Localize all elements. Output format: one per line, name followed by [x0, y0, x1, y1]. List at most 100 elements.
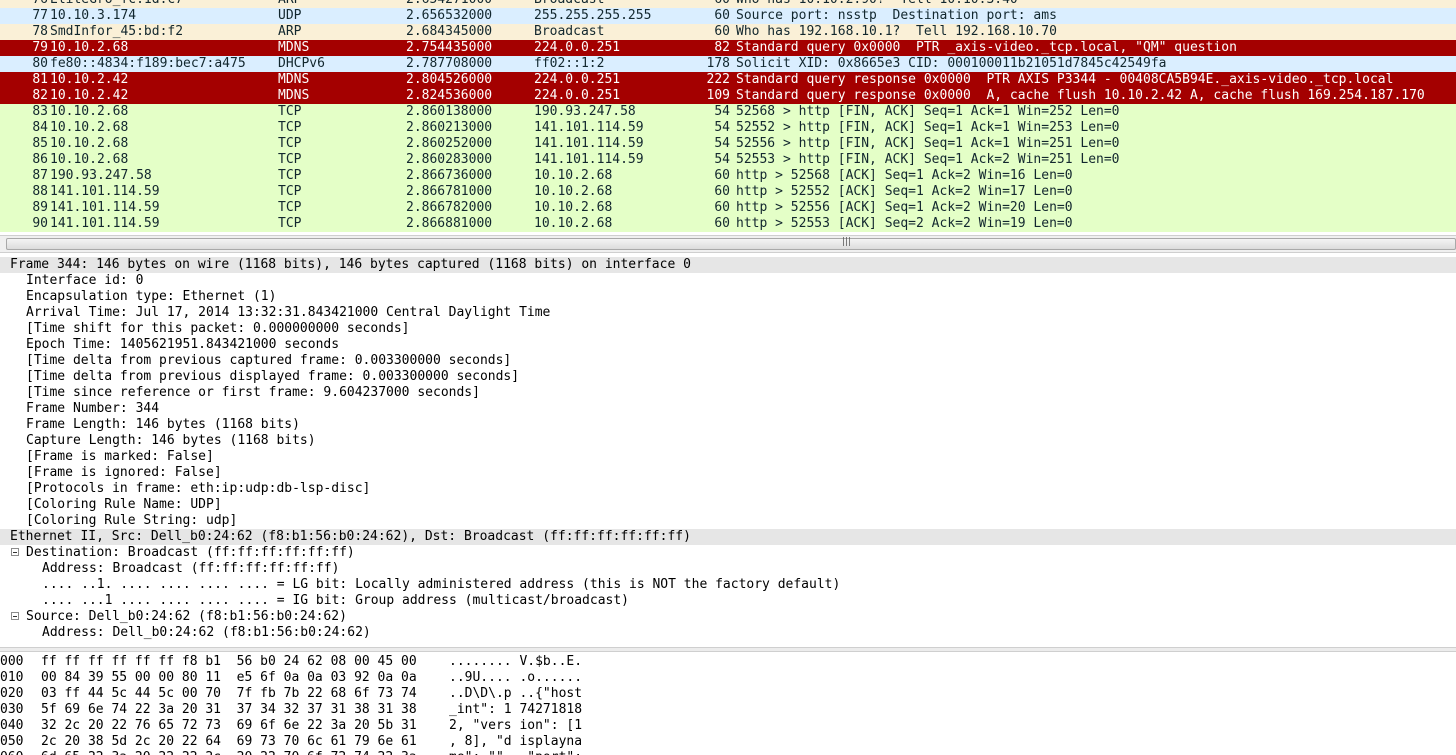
bytes-row[interactable]: 020 03 ff 44 5c 44 5c 00 70 7f fb 7b 22 6…: [0, 686, 1456, 702]
bytes-row[interactable]: 010 00 84 39 55 00 00 80 11 e5 6f 0a 0a 0…: [0, 670, 1456, 686]
tree-field[interactable]: Interface id: 0: [0, 273, 1456, 289]
tree-section-header[interactable]: Ethernet II, Src: Dell_b0:24:62 (f8:b1:5…: [0, 529, 1456, 545]
collapse-toggle-icon[interactable]: [11, 612, 19, 620]
packet-destination: 10.10.2.68: [534, 184, 613, 199]
tree-field[interactable]: .... ..1. .... .... .... .... = LG bit: …: [0, 577, 1456, 593]
packet-destination: 255.255.255.255: [534, 8, 652, 23]
packet-bytes-pane[interactable]: 000 ff ff ff ff ff ff f8 b1 56 b0 24 62 0…: [0, 653, 1456, 755]
tree-field[interactable]: [Time shift for this packet: 0.000000000…: [0, 321, 1456, 337]
collapse-toggle-icon[interactable]: [11, 548, 19, 556]
bytes-hex[interactable]: 2c 20 38 5d 2c 20 22 64 69 73 70 6c 61 7…: [41, 734, 417, 750]
tree-section-header[interactable]: Frame 344: 146 bytes on wire (1168 bits)…: [0, 257, 1456, 273]
tree-field[interactable]: Destination: Broadcast (ff:ff:ff:ff:ff:f…: [0, 545, 1456, 561]
packet-row[interactable]: 89 141.101.114.59 TCP 2.866782000 10.10.2.68…: [0, 200, 1456, 216]
bytes-ascii[interactable]: , 8], "d isplayna: [449, 734, 582, 750]
tree-field-text: [Coloring Rule Name: UDP]: [26, 497, 222, 512]
packet-row[interactable]: 84 10.10.2.68 TCP 2.860213000 141.101.114.59…: [0, 120, 1456, 136]
tree-field-text: Interface id: 0: [26, 273, 144, 288]
packet-length: 60: [714, 200, 730, 215]
pane-splitter[interactable]: [0, 647, 1456, 652]
tree-field[interactable]: Source: Dell_b0:24:62 (f8:b1:56:b0:24:62…: [0, 609, 1456, 625]
bytes-hex[interactable]: 32 2c 20 22 76 65 72 73 69 6f 6e 22 3a 2…: [41, 718, 417, 734]
packet-row[interactable]: 88 141.101.114.59 TCP 2.866781000 10.10.2.68…: [0, 184, 1456, 200]
packet-time: 2.824536000: [406, 88, 493, 103]
bytes-ascii[interactable]: ..9U.... .o......: [449, 670, 582, 686]
packet-row[interactable]: 77 10.10.3.174 UDP 2.656532000 255.255.255.2…: [0, 8, 1456, 24]
packet-destination: 224.0.0.251: [534, 88, 621, 103]
tree-field[interactable]: Arrival Time: Jul 17, 2014 13:32:31.8434…: [0, 305, 1456, 321]
bytes-offset: 010: [0, 670, 24, 685]
packet-length: 60: [714, 216, 730, 231]
bytes-offset: 030: [0, 702, 24, 717]
tree-field[interactable]: .... ...1 .... .... .... .... = IG bit: …: [0, 593, 1456, 609]
packet-row[interactable]: 90 141.101.114.59 TCP 2.866881000 10.10.2.68…: [0, 216, 1456, 232]
packet-protocol: TCP: [278, 152, 302, 167]
packet-row[interactable]: 78 SmdInfor_45:bd:f2 ARP 2.684345000 Broadca…: [0, 24, 1456, 40]
bytes-hex[interactable]: 6d 65 22 3a 20 22 22 2c 20 22 70 6f 72 7…: [41, 750, 417, 755]
packet-row[interactable]: 86 10.10.2.68 TCP 2.860283000 141.101.114.59…: [0, 152, 1456, 168]
packet-time: 2.654271000: [406, 0, 492, 8]
tree-field[interactable]: [Coloring Rule Name: UDP]: [0, 497, 1456, 513]
tree-field[interactable]: Capture Length: 146 bytes (1168 bits): [0, 433, 1456, 449]
bytes-hex[interactable]: 5f 69 6e 74 22 3a 20 31 37 34 32 37 31 3…: [41, 702, 417, 718]
tree-field[interactable]: [Frame is marked: False]: [0, 449, 1456, 465]
bytes-hex[interactable]: 03 ff 44 5c 44 5c 00 70 7f fb 7b 22 68 6…: [41, 686, 417, 702]
bytes-ascii[interactable]: ........ V.$b..E.: [449, 654, 582, 670]
tree-field[interactable]: [Time since reference or first frame: 9.…: [0, 385, 1456, 401]
packet-number: 81: [32, 72, 48, 87]
packet-row[interactable]: 83 10.10.2.68 TCP 2.860138000 190.93.247.58 5…: [0, 104, 1456, 120]
bytes-row[interactable]: 000 ff ff ff ff ff ff f8 b1 56 b0 24 62 0…: [0, 654, 1456, 670]
packet-row[interactable]: 87 190.93.247.58 TCP 2.866736000 10.10.2.68 6…: [0, 168, 1456, 184]
tree-field-text: Address: Broadcast (ff:ff:ff:ff:ff:ff): [42, 561, 340, 576]
bytes-hex[interactable]: 00 84 39 55 00 00 80 11 e5 6f 0a 0a 03 9…: [41, 670, 417, 686]
bytes-ascii[interactable]: ..D\D\.p ..{"host: [449, 686, 582, 702]
packet-protocol: MDNS: [278, 72, 310, 87]
packet-row[interactable]: 85 10.10.2.68 TCP 2.860252000 141.101.114.59…: [0, 136, 1456, 152]
tree-field[interactable]: Encapsulation type: Ethernet (1): [0, 289, 1456, 305]
tree-field-text: [Protocols in frame: eth:ip:udp:db-lsp-d…: [26, 481, 371, 496]
packet-list-pane[interactable]: 76EliteGro_fc:1d:c7 ARP 2.654271000 Broadca…: [0, 0, 1456, 235]
packet-length: 178: [706, 56, 730, 71]
bytes-ascii[interactable]: _int": 1 74271818: [449, 702, 582, 718]
tree-field[interactable]: [Coloring Rule String: udp]: [0, 513, 1456, 529]
tree-field[interactable]: Address: Dell_b0:24:62 (f8:b1:56:b0:24:6…: [0, 625, 1456, 641]
packet-details-pane[interactable]: Frame 344: 146 bytes on wire (1168 bits)…: [0, 257, 1456, 647]
tree-field[interactable]: [Protocols in frame: eth:ip:udp:db-lsp-d…: [0, 481, 1456, 497]
tree-field[interactable]: [Time delta from previous displayed fram…: [0, 369, 1456, 385]
tree-field[interactable]: [Frame is ignored: False]: [0, 465, 1456, 481]
tree-field-text: Frame Number: 344: [26, 401, 160, 416]
packet-source: 10.10.2.68: [50, 104, 129, 119]
scrollbar-thumb[interactable]: [6, 238, 1456, 250]
packet-source: 10.10.2.68: [50, 120, 129, 135]
packet-length: 60: [714, 168, 730, 183]
packet-time: 2.787708000: [406, 56, 493, 71]
bytes-ascii[interactable]: 2, "vers ion": [1: [449, 718, 582, 734]
tree-field[interactable]: Frame Number: 344: [0, 401, 1456, 417]
tree-field[interactable]: [Time delta from previous captured frame…: [0, 353, 1456, 369]
tree-field[interactable]: Epoch Time: 1405621951.843421000 seconds: [0, 337, 1456, 353]
bytes-offset: 000: [0, 654, 24, 669]
bytes-ascii[interactable]: me": "", "port":: [449, 750, 582, 755]
packet-row[interactable]: 76EliteGro_fc:1d:c7 ARP 2.654271000 Broadca…: [0, 0, 1456, 8]
bytes-offset: 060: [0, 750, 23, 755]
tree-field[interactable]: Frame Length: 146 bytes (1168 bits): [0, 417, 1456, 433]
packet-protocol: TCP: [278, 168, 302, 183]
packet-source: 10.10.2.68: [50, 136, 129, 151]
packet-row[interactable]: 80 fe80::4834:f189:bec7:a475 DHCPv6 2.78770…: [0, 56, 1456, 72]
packet-row[interactable]: 81 10.10.2.42 MDNS 2.804526000 224.0.0.251 22…: [0, 72, 1456, 88]
packet-protocol: TCP: [278, 200, 302, 215]
bytes-row[interactable]: 040 32 2c 20 22 76 65 72 73 69 6f 6e 22 3…: [0, 718, 1456, 734]
packet-source: 10.10.2.42: [50, 72, 129, 87]
bytes-row[interactable]: 030 5f 69 6e 74 22 3a 20 31 37 34 32 37 3…: [0, 702, 1456, 718]
packet-destination: Broadcast: [534, 0, 604, 8]
tree-field[interactable]: Address: Broadcast (ff:ff:ff:ff:ff:ff): [0, 561, 1456, 577]
packet-row[interactable]: 82 10.10.2.42 MDNS 2.824536000 224.0.0.251 10…: [0, 88, 1456, 104]
packet-list-horizontal-scrollbar[interactable]: |||: [0, 235, 1456, 253]
packet-info: 52552 > http [FIN, ACK] Seq=1 Ack=1 Win=…: [736, 120, 1120, 135]
bytes-hex[interactable]: ff ff ff ff ff ff f8 b1 56 b0 24 62 08 0…: [41, 654, 417, 670]
packet-length: 109: [706, 88, 730, 103]
bytes-row[interactable]: 060 6d 65 22 3a 20 22 22 2c 20 22 70 6f 7…: [0, 750, 1456, 755]
bytes-row[interactable]: 050 2c 20 38 5d 2c 20 22 64 69 73 70 6c 6…: [0, 734, 1456, 750]
packet-source: 190.93.247.58: [50, 168, 152, 183]
packet-row[interactable]: 79 10.10.2.68 MDNS 2.754435000 224.0.0.251 82…: [0, 40, 1456, 56]
